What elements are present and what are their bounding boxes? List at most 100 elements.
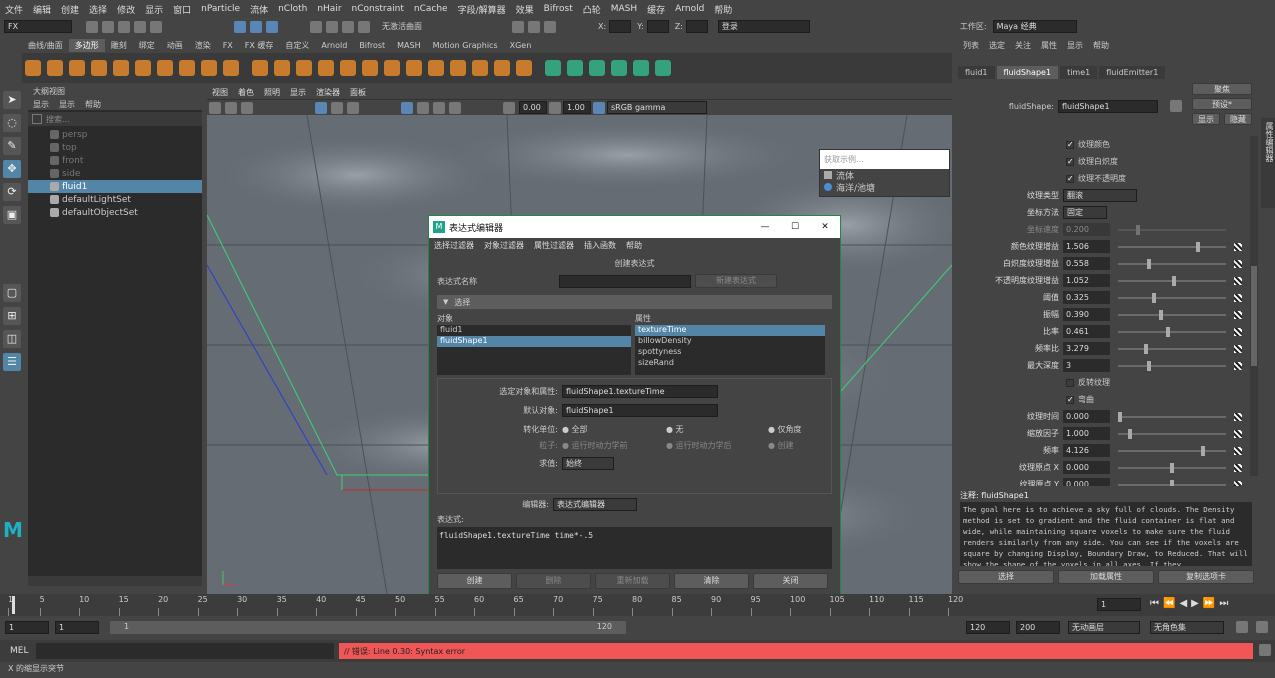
ipr-render-icon[interactable] bbox=[528, 20, 540, 33]
shelf-tab[interactable]: FX 缓存 bbox=[239, 39, 280, 52]
shelf-tool-icon[interactable] bbox=[450, 60, 466, 76]
range-bar[interactable]: 1 120 bbox=[110, 621, 626, 634]
menu-item[interactable]: 字段/解算器 bbox=[458, 3, 506, 16]
menu-item[interactable]: Arnold bbox=[675, 4, 704, 14]
attr-editor-side-tab[interactable]: 属性编辑器 bbox=[1261, 118, 1275, 208]
outliner-menu-show[interactable]: 显示 bbox=[59, 99, 75, 110]
go-to-start-icon[interactable]: ⏮ bbox=[1150, 598, 1159, 609]
map-texture-icon[interactable] bbox=[1234, 327, 1242, 336]
current-time-marker[interactable] bbox=[12, 596, 15, 614]
outliner-search-input[interactable]: 搜索... bbox=[46, 114, 70, 125]
maximize-icon[interactable]: ☐ bbox=[780, 222, 810, 232]
shelf-tool-icon[interactable] bbox=[384, 60, 400, 76]
render-icon[interactable] bbox=[512, 20, 524, 33]
bookmark-icon[interactable] bbox=[225, 101, 237, 114]
objects-list[interactable]: fluid1 fluidShape1 bbox=[437, 325, 631, 375]
dialog-button[interactable]: 重新加载 bbox=[595, 573, 670, 589]
move-tool-icon[interactable]: ✥ bbox=[3, 160, 21, 178]
attr-slider[interactable] bbox=[1118, 258, 1226, 269]
editor-dropdown[interactable]: 表达式编辑器 bbox=[553, 497, 637, 511]
texture-checkbox[interactable]: ✓ bbox=[1066, 140, 1074, 149]
menu-item[interactable]: 选择 bbox=[89, 3, 107, 16]
snap-plane-icon[interactable] bbox=[358, 20, 370, 33]
select-section-header[interactable]: ▼ 选择 bbox=[437, 295, 832, 309]
shelf-tool-icon[interactable] bbox=[47, 60, 63, 76]
shelf-tool-icon[interactable] bbox=[296, 60, 312, 76]
map-texture-icon[interactable] bbox=[1234, 412, 1242, 421]
attr-slider[interactable] bbox=[1118, 462, 1226, 473]
script-editor-icon[interactable] bbox=[1259, 644, 1271, 656]
menu-item[interactable]: 流体 bbox=[250, 3, 268, 16]
start-time-field[interactable]: 1 bbox=[5, 621, 49, 634]
shelf-tab[interactable]: Arnold bbox=[315, 40, 353, 51]
shelf-tool-icon[interactable] bbox=[340, 60, 356, 76]
attr-tab[interactable]: fluid1 bbox=[958, 65, 995, 79]
single-view-icon[interactable]: ▢ bbox=[3, 284, 21, 302]
menu-item[interactable]: 文件 bbox=[5, 3, 23, 16]
play-icon[interactable]: ▶ bbox=[1191, 598, 1199, 609]
step-back-key-icon[interactable]: ⏪ bbox=[1163, 598, 1175, 609]
outliner-layout-icon[interactable]: ☰ bbox=[3, 353, 21, 371]
snap-grid-icon[interactable] bbox=[310, 20, 322, 33]
menu-item[interactable]: nHair bbox=[317, 4, 341, 14]
attr-slider[interactable] bbox=[1118, 479, 1226, 486]
popup-item-ocean[interactable]: 海洋/池塘 bbox=[820, 181, 949, 194]
attr-slider[interactable] bbox=[1118, 411, 1226, 422]
attr-value-field[interactable]: 0.000 bbox=[1063, 478, 1110, 486]
unit-none-radio[interactable]: ● 无 bbox=[666, 424, 768, 435]
shelf-tool-icon[interactable] bbox=[655, 60, 671, 76]
dialog-button[interactable]: 创建 bbox=[437, 573, 512, 589]
menu-item[interactable]: nConstraint bbox=[352, 4, 404, 14]
view-transform-dropdown[interactable]: sRGB gamma bbox=[607, 101, 707, 114]
exposure-field[interactable]: 0.00 bbox=[519, 101, 547, 114]
attr-value-field[interactable]: 1.000 bbox=[1063, 427, 1110, 440]
outliner-menu-help[interactable]: 帮助 bbox=[85, 99, 101, 110]
attr-scrollbar[interactable] bbox=[1250, 136, 1258, 476]
dialog-menu-item[interactable]: 选择过滤器 bbox=[434, 240, 474, 251]
shelf-tab[interactable]: 雕刻 bbox=[105, 39, 133, 52]
redo-icon[interactable] bbox=[150, 20, 162, 33]
menu-item[interactable]: 凸轮 bbox=[583, 3, 601, 16]
open-scene-icon[interactable] bbox=[102, 20, 114, 33]
menu-item[interactable]: 显示 bbox=[145, 3, 163, 16]
x-field[interactable] bbox=[609, 20, 632, 33]
unit-all-radio[interactable]: ● 全部 bbox=[562, 424, 666, 435]
outliner-item[interactable]: front bbox=[28, 154, 202, 167]
dialog-menu-item[interactable]: 对象过滤器 bbox=[484, 240, 524, 251]
command-input[interactable] bbox=[36, 643, 334, 659]
map-texture-icon[interactable] bbox=[1234, 429, 1242, 438]
step-back-icon[interactable]: ◀ bbox=[1179, 598, 1187, 609]
new-expression-button[interactable]: 新建表达式 bbox=[695, 274, 777, 288]
map-texture-icon[interactable] bbox=[1234, 293, 1242, 302]
attr-menu-item[interactable]: 选定 bbox=[989, 40, 1005, 51]
load-attributes-button[interactable]: 加载属性 bbox=[1058, 570, 1154, 584]
warp-checkbox[interactable]: ✓ bbox=[1066, 395, 1074, 404]
paint-select-icon[interactable]: ✎ bbox=[3, 137, 21, 155]
image-plane-icon[interactable] bbox=[241, 101, 253, 114]
lasso-tool-icon[interactable]: ◌ bbox=[3, 114, 21, 132]
viewport-menu-item[interactable]: 视图 bbox=[212, 87, 228, 98]
minimize-icon[interactable]: — bbox=[750, 222, 780, 232]
attr-slider[interactable] bbox=[1118, 275, 1226, 286]
hide-button[interactable]: 隐藏 bbox=[1224, 113, 1252, 125]
mel-label[interactable]: MEL bbox=[10, 646, 28, 656]
playback-start-field[interactable]: 1 bbox=[55, 621, 99, 634]
resolution-gate-icon[interactable] bbox=[347, 101, 359, 114]
exposure-icon[interactable] bbox=[503, 101, 515, 114]
outliner-item[interactable]: defaultObjectSet bbox=[28, 206, 202, 219]
menu-item[interactable]: 缓存 bbox=[647, 3, 665, 16]
popup-item-fluid[interactable]: 流体 bbox=[820, 169, 949, 182]
shelf-tab[interactable]: 动画 bbox=[161, 39, 189, 52]
unit-angle-radio[interactable]: ● 仅角度 bbox=[768, 424, 802, 435]
shelf-tool-icon[interactable] bbox=[318, 60, 334, 76]
viewport-menu-item[interactable]: 着色 bbox=[238, 87, 254, 98]
attr-value-field[interactable]: 1.506 bbox=[1063, 240, 1110, 253]
expression-textarea[interactable]: fluidShape1.textureTime time*-.5 bbox=[437, 527, 832, 569]
shelf-tab[interactable]: XGen bbox=[504, 40, 538, 51]
four-view-icon[interactable]: ⊞ bbox=[3, 307, 21, 325]
attr-value-field[interactable]: 0.325 bbox=[1063, 291, 1110, 304]
outliner-scrollbar[interactable] bbox=[28, 576, 202, 586]
shelf-tool-icon[interactable] bbox=[201, 60, 217, 76]
viewport-menu-item[interactable]: 显示 bbox=[290, 87, 306, 98]
attr-menu-item[interactable]: 属性 bbox=[1041, 40, 1057, 51]
